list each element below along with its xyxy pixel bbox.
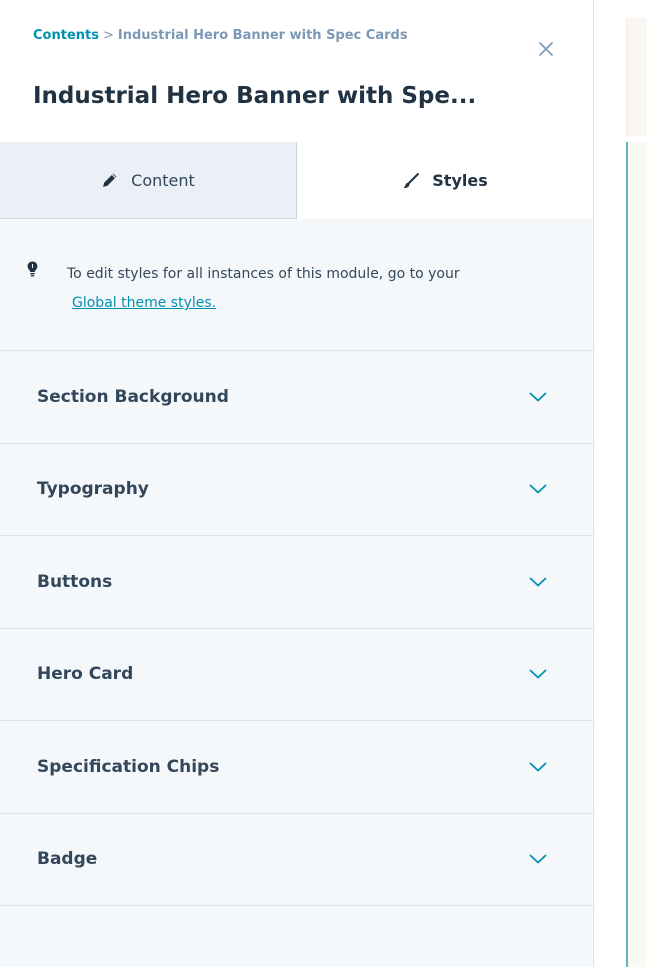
global-styles-notice: To edit styles for all instances of this… [0, 219, 593, 351]
chevron-down-icon [529, 392, 547, 402]
breadcrumb: Contents > Industrial Hero Banner with Spe… [33, 28, 408, 43]
section-buttons[interactable]: Buttons [0, 536, 593, 629]
chevron-down-icon [529, 669, 547, 679]
breadcrumb-root-link[interactable]: Contents [33, 28, 99, 43]
chevron-down-icon [529, 577, 547, 587]
chevron-down-icon [529, 854, 547, 864]
editor-tabs: Content Styles [0, 142, 593, 219]
breadcrumb-separator: > [102, 28, 114, 43]
tab-styles-label: Styles [432, 171, 488, 190]
preview-module-frame[interactable] [626, 142, 647, 967]
section-specification-chips[interactable]: Specification Chips [0, 721, 593, 814]
breadcrumb-current: Industrial Hero Banner with Spec Cards [117, 28, 408, 43]
style-sections: Section Background Typography Buttons He… [0, 351, 593, 906]
section-label: Hero Card [37, 664, 134, 685]
section-label: Buttons [37, 571, 113, 592]
brush-icon [403, 172, 420, 188]
section-label: Typography [37, 479, 149, 500]
section-label: Specification Chips [37, 756, 220, 777]
panel-header: Contents > Industrial Hero Banner with Spe… [0, 0, 593, 142]
pencil-icon [103, 173, 117, 187]
module-editor-panel: Contents > Industrial Hero Banner with Spe… [0, 0, 594, 967]
lightbulb-icon [27, 261, 38, 277]
section-typography[interactable]: Typography [0, 444, 593, 536]
global-theme-styles-link[interactable]: Global theme styles. [72, 289, 577, 318]
notice-text: To edit styles for all instances of this… [67, 260, 577, 318]
preview-topbar [626, 18, 647, 136]
page-title: Industrial Hero Banner with Spe... [33, 83, 477, 109]
tab-content-label: Content [131, 170, 195, 190]
notice-message: To edit styles for all instances of this… [67, 266, 460, 282]
close-icon [539, 42, 553, 56]
section-badge[interactable]: Badge [0, 814, 593, 906]
section-hero-card[interactable]: Hero Card [0, 629, 593, 721]
close-button[interactable] [535, 38, 557, 60]
section-section-background[interactable]: Section Background [0, 351, 593, 444]
section-label: Section Background [37, 386, 229, 407]
tab-content[interactable]: Content [0, 142, 297, 219]
section-label: Badge [37, 849, 98, 870]
chevron-down-icon [529, 762, 547, 772]
chevron-down-icon [529, 484, 547, 494]
tab-styles[interactable]: Styles [297, 142, 593, 219]
